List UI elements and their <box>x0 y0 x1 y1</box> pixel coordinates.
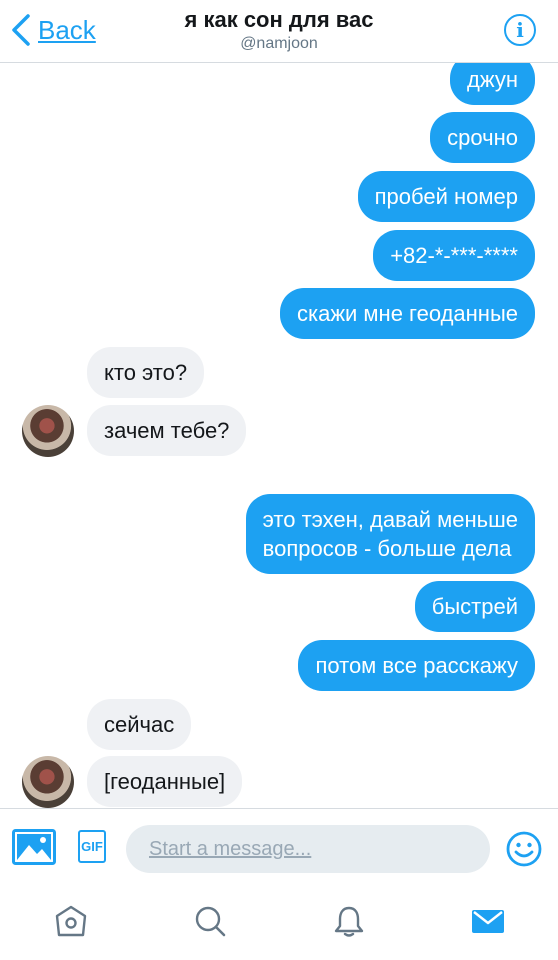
avatar[interactable] <box>22 405 74 457</box>
dm-conversation-screen: джун срочно пробей номер +82-*-***-**** … <box>0 0 558 960</box>
message-bubble-outgoing[interactable]: +82-*-***-**** <box>373 230 535 281</box>
conversation-title: я как сон для вас <box>184 7 374 32</box>
message-bubble-incoming[interactable]: сейчас <box>87 699 192 750</box>
message-bubble-incoming[interactable]: кто это? <box>87 347 205 398</box>
message-bubble-outgoing[interactable]: это тэхен, давай меньше вопросов - больш… <box>245 494 535 574</box>
home-icon[interactable] <box>54 904 88 938</box>
conversation-title-block: я как сон для вас @namjoon <box>0 6 558 54</box>
messages-icon[interactable] <box>471 904 505 938</box>
message-bubble-outgoing[interactable]: скажи мне геоданные <box>279 288 535 339</box>
conversation-header: Back я как сон для вас @namjoon i <box>0 0 558 63</box>
message-bubble-outgoing[interactable]: быстрей <box>414 581 535 632</box>
notifications-icon[interactable] <box>332 904 366 938</box>
message-bubble-incoming[interactable]: [геоданные] <box>87 756 243 807</box>
message-input[interactable]: Start a message... <box>126 825 490 873</box>
message-composer: GIF Start a message... <box>0 808 558 888</box>
message-list[interactable]: джун срочно пробей номер +82-*-***-**** … <box>0 0 558 808</box>
message-bubble-outgoing[interactable]: потом все расскажу <box>298 640 535 691</box>
message-bubble-outgoing[interactable]: срочно <box>430 112 535 163</box>
emoji-icon[interactable] <box>506 831 542 867</box>
bottom-tab-bar <box>0 888 558 960</box>
info-icon[interactable]: i <box>504 14 536 46</box>
message-bubble-outgoing[interactable]: пробей номер <box>357 171 535 222</box>
conversation-handle: @namjoon <box>240 35 318 52</box>
gif-icon[interactable]: GIF <box>78 830 106 863</box>
photo-icon[interactable] <box>12 829 56 865</box>
search-icon[interactable] <box>193 904 227 938</box>
message-bubble-incoming[interactable]: зачем тебе? <box>87 405 247 456</box>
avatar[interactable] <box>22 756 74 808</box>
